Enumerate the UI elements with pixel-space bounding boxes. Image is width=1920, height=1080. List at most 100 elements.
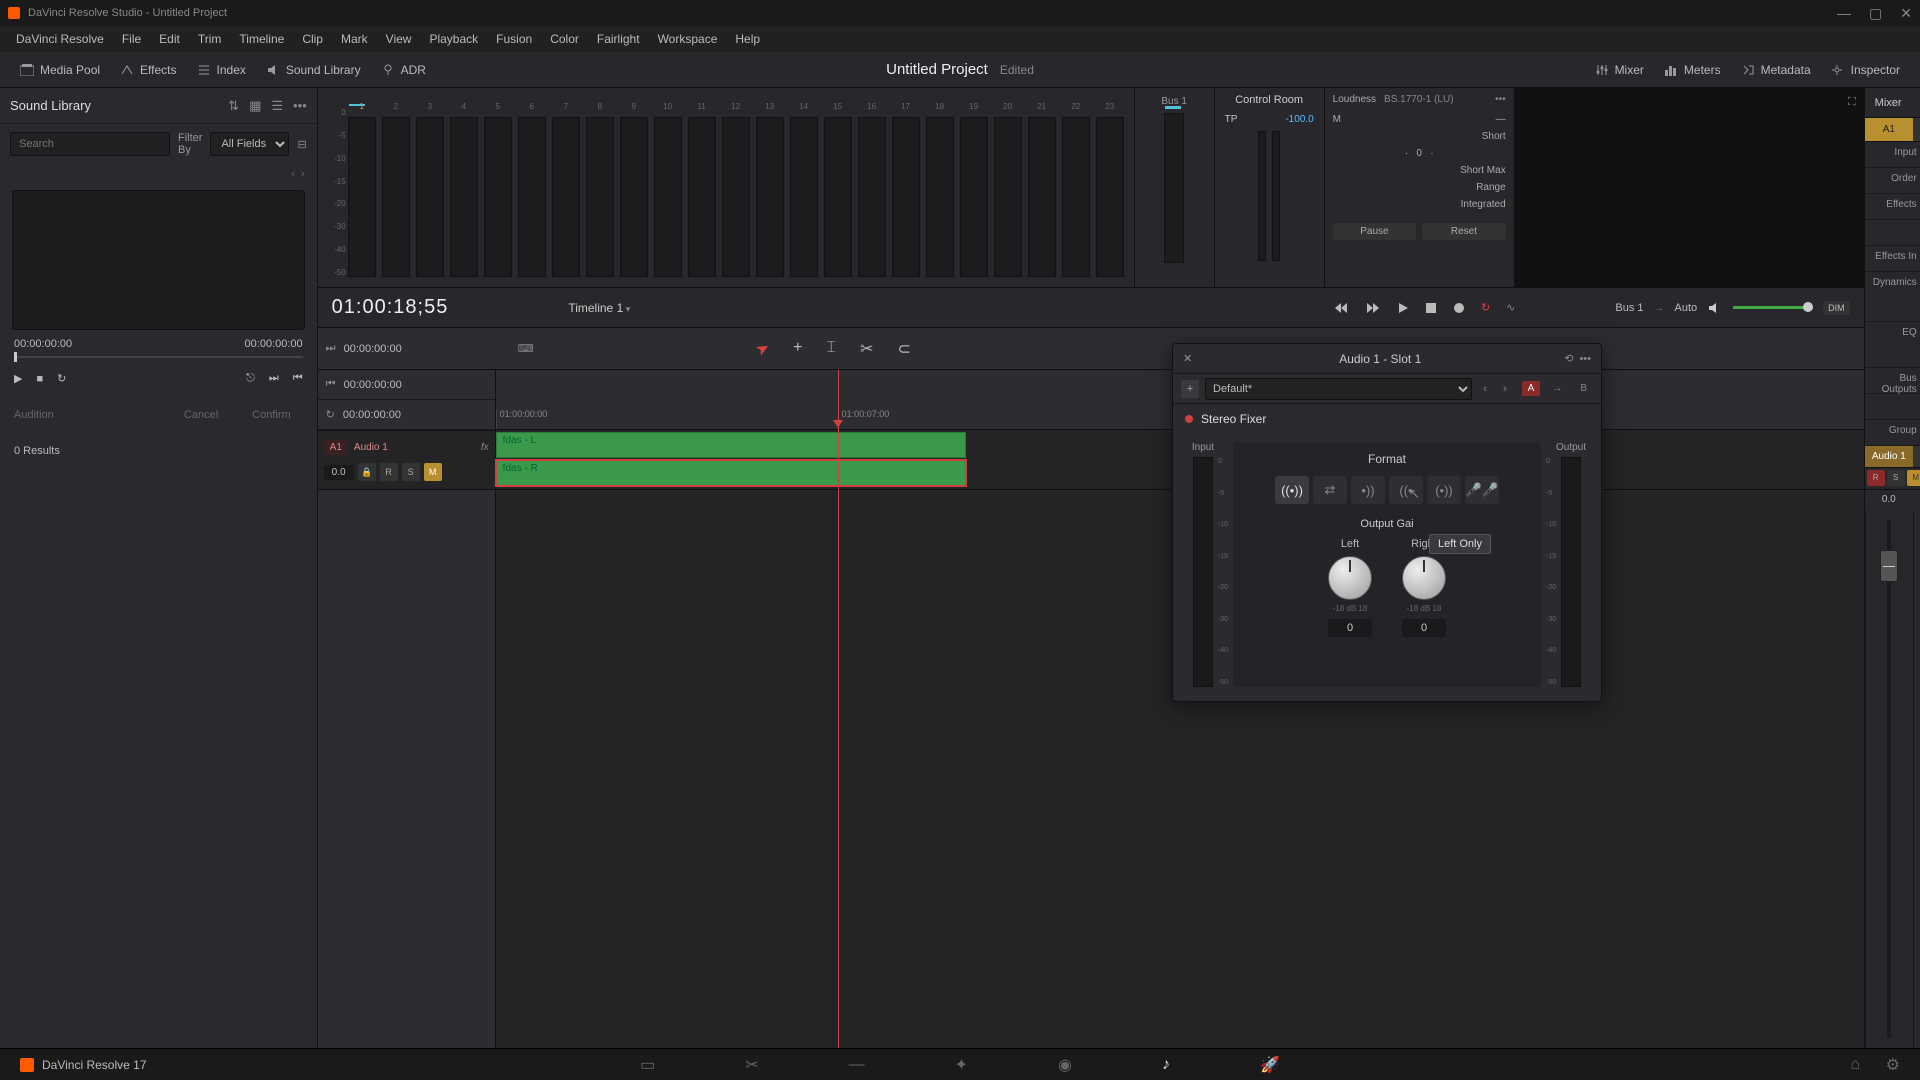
loop-button[interactable]: ↻: [1481, 301, 1490, 314]
forward-button[interactable]: [1365, 301, 1381, 315]
track-mute-button[interactable]: M: [424, 463, 442, 481]
sort-icon[interactable]: ⇅: [228, 98, 239, 114]
confirm-button[interactable]: Confirm: [240, 405, 303, 425]
right-gain-knob[interactable]: [1402, 556, 1446, 600]
channel-name-bus1[interactable]: Bus 1: [1913, 446, 1920, 467]
fader-value-a1[interactable]: 0.0: [1865, 490, 1913, 510]
jog-icon[interactable]: ⎋: [246, 372, 255, 385]
right-gain-value[interactable]: 0: [1402, 619, 1446, 637]
preview-scrubber[interactable]: [14, 356, 303, 358]
home-button[interactable]: ⌂: [1850, 1056, 1860, 1074]
left-gain-knob[interactable]: [1328, 556, 1372, 600]
track-solo-button[interactable]: S: [402, 463, 420, 481]
settings-button[interactable]: ⚙: [1886, 1055, 1900, 1075]
format-stereo-button[interactable]: ((•)): [1275, 476, 1309, 504]
close-button[interactable]: ✕: [1900, 5, 1912, 22]
track-lock-button[interactable]: 🔒: [358, 463, 376, 481]
metadata-button[interactable]: Metadata: [1731, 57, 1821, 83]
tc-nav-icon[interactable]: ⏭: [326, 342, 336, 355]
maximize-button[interactable]: ▢: [1869, 5, 1882, 22]
loudness-more-icon[interactable]: •••: [1495, 94, 1506, 105]
page-media[interactable]: ▭: [640, 1055, 655, 1075]
tc-row-2[interactable]: 00:00:00:00: [344, 379, 402, 391]
record-button[interactable]: [1453, 302, 1465, 314]
tc-row-3[interactable]: 00:00:00:00: [343, 409, 401, 421]
menu-davinci[interactable]: DaVinci Resolve: [8, 28, 112, 50]
left-gain-value[interactable]: 0: [1328, 619, 1372, 637]
page-cut[interactable]: ✂: [745, 1055, 758, 1075]
add-tool[interactable]: +: [793, 339, 802, 359]
link-tool[interactable]: ⊂: [897, 339, 910, 359]
stop-button[interactable]: ■: [36, 373, 43, 385]
index-button[interactable]: Index: [187, 57, 256, 83]
page-fusion[interactable]: ✦: [955, 1055, 968, 1075]
preset-b-button[interactable]: B: [1574, 381, 1593, 396]
play-button[interactable]: ▶: [14, 372, 22, 385]
preset-prev-button[interactable]: ‹: [1478, 383, 1492, 395]
track-fx-icon[interactable]: fx: [481, 442, 489, 453]
inspector-button[interactable]: Inspector: [1821, 57, 1910, 83]
format-right-only-button[interactable]: (•)): [1427, 476, 1461, 504]
ch-solo-a1[interactable]: S: [1887, 470, 1905, 486]
preset-select[interactable]: Default*: [1205, 378, 1472, 400]
automation-icon[interactable]: ∿: [1506, 301, 1515, 314]
razor-tool[interactable]: ✂: [860, 339, 873, 359]
minimize-button[interactable]: —: [1837, 5, 1851, 22]
audio-clip-r[interactable]: fdas - R: [496, 460, 966, 486]
menu-edit[interactable]: Edit: [151, 28, 188, 50]
sound-library-button[interactable]: Sound Library: [256, 57, 371, 83]
preset-a-button[interactable]: A: [1522, 381, 1541, 396]
channel-name-a1[interactable]: Audio 1: [1865, 446, 1913, 467]
monitor-auto-label[interactable]: Auto: [1675, 302, 1698, 314]
menu-playback[interactable]: Playback: [421, 28, 486, 50]
expand-icon[interactable]: ⛶: [1848, 96, 1856, 109]
list-view-icon[interactable]: ☰: [271, 98, 283, 114]
meters-button[interactable]: Meters: [1654, 57, 1731, 83]
track-header-a1[interactable]: A1 Audio 1 fx 0.0 🔒 R S M: [318, 430, 495, 490]
keyboard-icon[interactable]: ⌨: [496, 342, 556, 355]
audio-clip-l[interactable]: fdas - L: [496, 432, 966, 458]
adr-button[interactable]: ADR: [371, 57, 436, 83]
track-arm-button[interactable]: R: [380, 463, 398, 481]
more-icon[interactable]: •••: [293, 98, 307, 114]
effects-button[interactable]: Effects: [110, 57, 186, 83]
menu-mark[interactable]: Mark: [333, 28, 376, 50]
prev-page-button[interactable]: ‹: [291, 168, 295, 180]
preset-add-button[interactable]: +: [1181, 380, 1199, 398]
page-fairlight[interactable]: ♪: [1162, 1056, 1170, 1074]
filter-settings-icon[interactable]: ⊟: [297, 138, 306, 151]
mixer-button[interactable]: Mixer: [1585, 57, 1654, 83]
cancel-button[interactable]: Cancel: [172, 405, 230, 425]
page-edit[interactable]: ⎯⎯: [849, 1056, 865, 1074]
format-mic-button[interactable]: 🎤🎤: [1465, 476, 1499, 504]
channel-header-a1[interactable]: A1: [1865, 118, 1913, 141]
monitor-bus-label[interactable]: Bus 1: [1615, 302, 1643, 314]
next-page-button[interactable]: ›: [301, 168, 305, 180]
tc-loop-icon[interactable]: ↻: [326, 408, 335, 421]
preset-next-button[interactable]: ›: [1498, 383, 1512, 395]
speaker-icon[interactable]: [1707, 301, 1723, 315]
filter-field-select[interactable]: All Fields: [210, 132, 289, 156]
fader-value-bus1[interactable]: 0.0: [1913, 490, 1920, 510]
stop-button[interactable]: [1425, 302, 1437, 314]
menu-trim[interactable]: Trim: [190, 28, 230, 50]
fader-bus1[interactable]: [1913, 510, 1920, 1048]
prev-button[interactable]: ⏮: [293, 372, 303, 385]
plugin-close-button[interactable]: ✕: [1183, 352, 1192, 365]
menu-fusion[interactable]: Fusion: [488, 28, 540, 50]
play-button[interactable]: [1397, 301, 1409, 315]
playhead[interactable]: [838, 370, 839, 1048]
ch-mute-a1[interactable]: M: [1907, 470, 1920, 486]
next-button[interactable]: ⏭: [269, 372, 279, 385]
format-swap-button[interactable]: ⇄: [1313, 476, 1347, 504]
loudness-reset-button[interactable]: Reset: [1422, 223, 1506, 240]
ch-arm-a1[interactable]: R: [1867, 470, 1885, 486]
menu-color[interactable]: Color: [542, 28, 587, 50]
selection-tool[interactable]: ➤: [752, 336, 774, 360]
menu-view[interactable]: View: [378, 28, 420, 50]
page-color[interactable]: ◉: [1058, 1055, 1072, 1075]
plugin-more-icon[interactable]: •••: [1579, 353, 1591, 365]
media-pool-button[interactable]: Media Pool: [10, 57, 110, 83]
page-deliver[interactable]: 🚀: [1260, 1055, 1280, 1075]
tc-nav-icon[interactable]: ⏮: [326, 378, 336, 391]
